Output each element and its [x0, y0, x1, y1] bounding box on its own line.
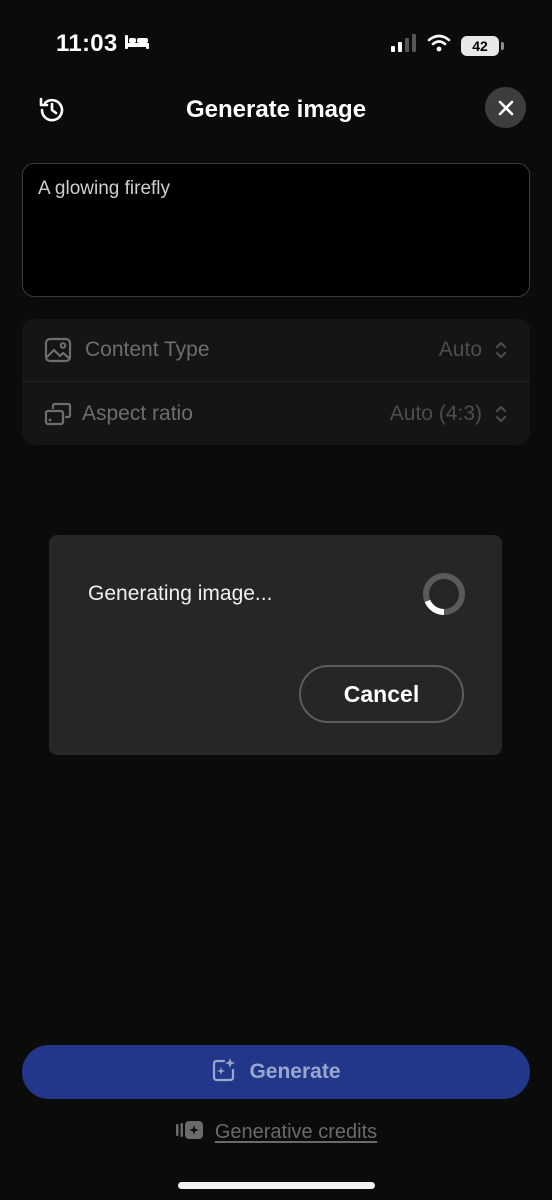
- bed-icon: [124, 33, 150, 56]
- time-group: 11:03: [56, 30, 150, 58]
- close-icon: [498, 100, 513, 115]
- sparkle-image-icon: [211, 1057, 237, 1088]
- divider: [22, 381, 530, 382]
- close-button[interactable]: [485, 87, 526, 128]
- aspect-ratio-icon: [44, 400, 72, 428]
- prompt-text: A glowing firefly: [38, 178, 171, 199]
- chevron-up-down-icon: [494, 403, 508, 425]
- prompt-input[interactable]: A glowing firefly: [22, 163, 530, 297]
- aspect-ratio-row[interactable]: Aspect ratio Auto (4:3): [22, 383, 530, 445]
- loading-spinner-icon: [423, 573, 465, 615]
- generate-label: Generate: [249, 1060, 341, 1083]
- cancel-button[interactable]: Cancel: [299, 665, 464, 723]
- home-indicator[interactable]: [178, 1182, 375, 1189]
- credits-label: Generative credits: [214, 1120, 378, 1143]
- status-time: 11:03: [56, 30, 118, 57]
- content-type-value: Auto: [438, 338, 482, 361]
- content-type-row[interactable]: Content Type Auto: [22, 319, 530, 381]
- credits-icon: [175, 1119, 205, 1146]
- status-indicators: 42: [391, 34, 504, 57]
- generative-credits-link[interactable]: Generative credits: [0, 1118, 552, 1146]
- battery-indicator: 42: [461, 35, 499, 56]
- wifi-icon: [427, 34, 451, 57]
- cellular-signal-icon: [391, 34, 417, 57]
- generate-image-screen: 11:03 42 Generate image A glowing firefl…: [0, 0, 552, 1200]
- header: Generate image: [0, 84, 552, 134]
- image-icon: [44, 336, 72, 364]
- page-title: Generate image: [185, 96, 367, 123]
- generating-dialog: Generating image... Cancel: [49, 535, 502, 755]
- dialog-message: Generating image...: [88, 582, 273, 605]
- settings-panel: Content Type Auto Aspect ratio Auto (4:3…: [22, 319, 530, 445]
- content-type-label: Content Type: [85, 338, 210, 361]
- aspect-ratio-value: Auto (4:3): [389, 402, 482, 425]
- chevron-up-down-icon: [494, 339, 508, 361]
- aspect-ratio-label: Aspect ratio: [82, 402, 193, 425]
- generate-button[interactable]: Generate: [22, 1045, 530, 1099]
- status-bar: 11:03 42: [0, 0, 552, 90]
- battery-tip: [501, 41, 504, 50]
